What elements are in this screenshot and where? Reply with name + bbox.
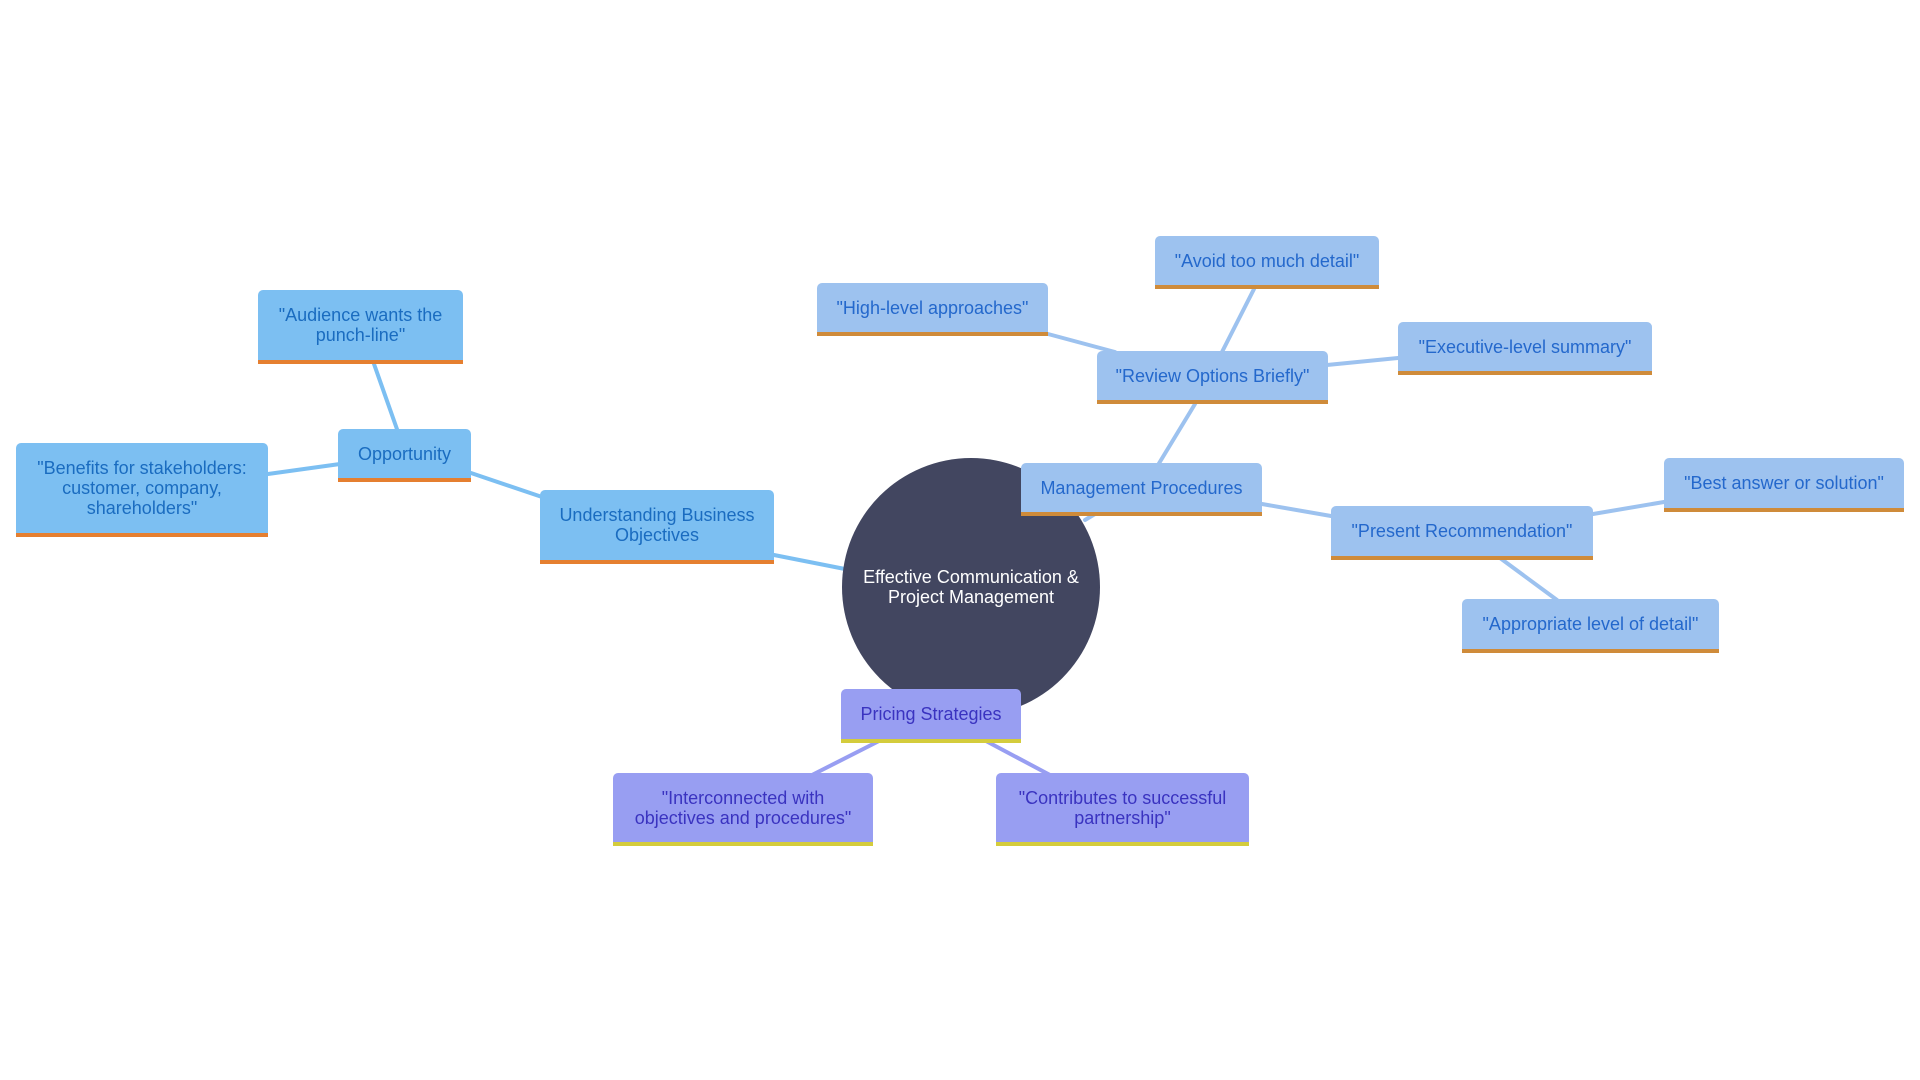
node-label: "Executive-level summary" [1418, 336, 1632, 357]
link-root-objectives [772, 553, 852, 572]
node-high-level-approaches[interactable]: "High-level approaches" [817, 283, 1048, 336]
node-best-answer-or-solution[interactable]: "Best answer or solution" [1664, 458, 1904, 512]
node-avoid-too-much-detail[interactable]: "Avoid too much detail" [1155, 236, 1379, 289]
node-label: "Benefits for stakeholders: customer, co… [37, 458, 247, 518]
node-opportunity[interactable]: Opportunity [338, 429, 471, 482]
node-label: "Audience wants the punch-line" [278, 305, 443, 345]
node-label: Pricing Strategies [860, 704, 1002, 724]
node-label: Understanding Business Objectives [559, 505, 755, 545]
node-present-recommendation[interactable]: "Present Recommendation" [1331, 506, 1593, 560]
link-review-avoid [1220, 287, 1256, 354]
link-opportunity-audience [372, 362, 400, 434]
node-understanding-business-objectives[interactable]: Understanding Business Objectives [540, 490, 774, 564]
node-label: "Present Recommendation" [1351, 521, 1573, 541]
link-present-appropriate [1498, 556, 1559, 602]
node-label: "Contributes to successful partnership" [1018, 787, 1227, 828]
node-contributes-successful-partnership[interactable]: "Contributes to successful partnership" [996, 773, 1249, 846]
link-management-review [1156, 402, 1197, 467]
node-review-options-briefly[interactable]: "Review Options Briefly" [1097, 351, 1328, 404]
link-objectives-opportunity [469, 471, 547, 500]
node-interconnected-objectives-procedures[interactable]: "Interconnected with objectives and proc… [613, 773, 873, 846]
root-label: Effective Communication & Project Manage… [863, 567, 1079, 607]
node-label: "Review Options Briefly" [1115, 365, 1310, 386]
node-label: Opportunity [357, 443, 452, 464]
link-present-best [1591, 500, 1666, 516]
node-label: "Best answer or solution" [1684, 473, 1884, 493]
node-appropriate-level-of-detail[interactable]: "Appropriate level of detail" [1462, 599, 1719, 653]
link-pricing-interconnected [810, 739, 881, 777]
node-label: "Avoid too much detail" [1174, 250, 1360, 271]
node-label: Management Procedures [1040, 477, 1243, 498]
node-label: "Appropriate level of detail" [1482, 614, 1699, 634]
node-executive-level-summary[interactable]: "Executive-level summary" [1398, 322, 1652, 375]
link-review-executive [1325, 356, 1400, 367]
node-label: "Interconnected with objectives and proc… [634, 787, 852, 828]
link-opportunity-benefits [266, 462, 342, 476]
node-management-procedures[interactable]: Management Procedures [1021, 463, 1262, 516]
node-label: "High-level approaches" [836, 297, 1029, 318]
node-benefits-stakeholders[interactable]: "Benefits for stakeholders: customer, co… [16, 443, 268, 537]
link-pricing-contributes [984, 739, 1052, 777]
node-pricing-strategies[interactable]: Pricing Strategies [841, 689, 1021, 743]
node-audience-punch-line[interactable]: "Audience wants the punch-line" [258, 290, 463, 364]
link-management-present [1260, 502, 1333, 518]
link-review-highlevel [1046, 332, 1117, 354]
